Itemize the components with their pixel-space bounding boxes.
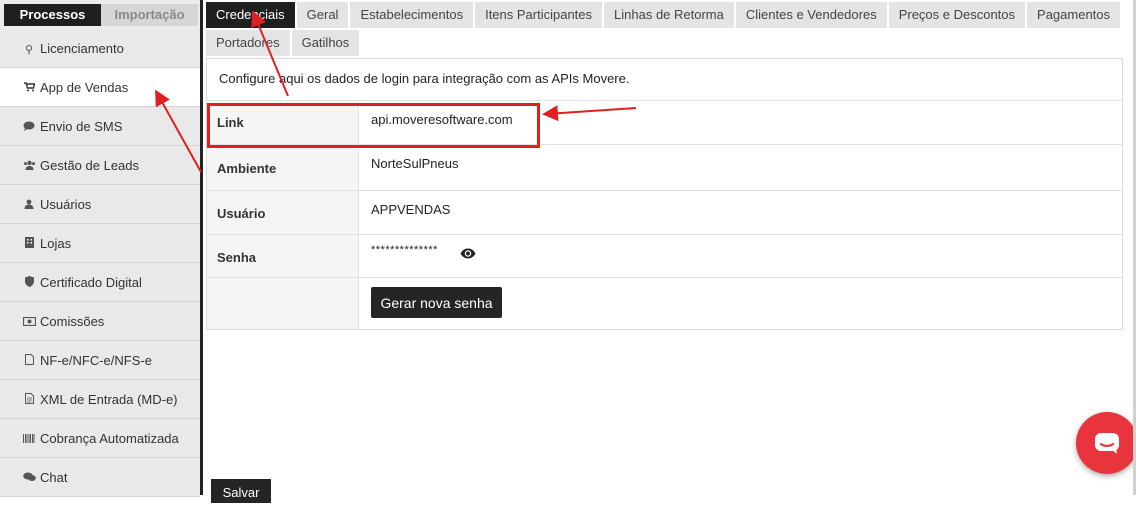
field-row-link: Link api.moveresoftware.com bbox=[207, 100, 1122, 144]
link-value[interactable]: api.moveresoftware.com bbox=[371, 112, 513, 127]
tab-estabelecimentos[interactable]: Estabelecimentos bbox=[350, 2, 474, 28]
sidebar-item-certificado-digital[interactable]: Certificado Digital bbox=[0, 263, 200, 302]
tab-geral[interactable]: Geral bbox=[296, 2, 349, 28]
user-icon bbox=[22, 187, 36, 226]
config-tabs: Credenciais Geral Estabelecimentos Itens… bbox=[206, 2, 1121, 56]
sidebar: Processos Importação ⚲ Licenciamento App … bbox=[0, 0, 203, 497]
sidebar-item-cobranca-automatizada[interactable]: Cobrança Automatizada bbox=[0, 419, 200, 458]
chat-icon bbox=[22, 460, 36, 499]
ambiente-label: Ambiente bbox=[207, 145, 359, 190]
intro-text: Configure aqui os dados de login para in… bbox=[219, 71, 630, 86]
tab-clientes-e-vendedores[interactable]: Clientes e Vendedores bbox=[735, 2, 887, 28]
comment-icon bbox=[22, 109, 36, 148]
sidebar-item-nfe[interactable]: NF-e/NFC-e/NFS-e bbox=[0, 341, 200, 380]
senha-value[interactable]: ************** bbox=[371, 244, 438, 256]
tab-itens-participantes[interactable]: Itens Participantes bbox=[475, 2, 603, 28]
tab-importacao[interactable]: Importação bbox=[101, 4, 198, 26]
save-button[interactable]: Salvar bbox=[211, 479, 271, 503]
sidebar-item-gestao-de-leads[interactable]: Gestão de Leads bbox=[0, 146, 200, 185]
sidebar-item-usuarios[interactable]: Usuários bbox=[0, 185, 200, 224]
link-label: Link bbox=[207, 101, 359, 144]
tab-row-2: Portadores Gatilhos bbox=[206, 30, 1114, 56]
tab-processos[interactable]: Processos bbox=[4, 4, 101, 26]
field-row-actions: Gerar nova senha bbox=[207, 277, 1122, 329]
sidebar-menu: ⚲ Licenciamento App de Vendas Envio de SM… bbox=[0, 29, 200, 497]
chat-bubble-icon bbox=[1095, 433, 1119, 454]
tab-linhas-de-retorma[interactable]: Linhas de Retorma bbox=[604, 2, 734, 28]
sidebar-item-xml-de-entrada[interactable]: XML de Entrada (MD-e) bbox=[0, 380, 200, 419]
usuario-value[interactable]: APPVENDAS bbox=[371, 202, 450, 217]
sidebar-item-app-de-vendas[interactable]: App de Vendas bbox=[0, 68, 200, 107]
users-group-icon bbox=[22, 148, 36, 187]
tab-row-1: Credenciais Geral Estabelecimentos Itens… bbox=[206, 2, 1121, 28]
sidebar-item-licenciamento[interactable]: ⚲ Licenciamento bbox=[0, 29, 200, 68]
key-icon: ⚲ bbox=[24, 44, 34, 56]
sidebar-item-comissoes[interactable]: Comissões bbox=[0, 302, 200, 341]
file-icon bbox=[22, 343, 36, 382]
usuario-label: Usuário bbox=[207, 191, 359, 234]
shield-icon bbox=[22, 265, 36, 304]
tab-portadores[interactable]: Portadores bbox=[206, 30, 290, 56]
senha-label: Senha bbox=[207, 235, 359, 277]
money-icon bbox=[22, 304, 36, 343]
field-row-usuario: Usuário APPVENDAS bbox=[207, 190, 1122, 234]
field-row-ambiente: Ambiente NorteSulPneus bbox=[207, 144, 1122, 190]
sidebar-item-lojas[interactable]: Lojas bbox=[0, 224, 200, 263]
chat-widget-button[interactable] bbox=[1076, 412, 1136, 474]
tab-credenciais[interactable]: Credenciais bbox=[206, 2, 295, 28]
sidebar-item-envio-de-sms[interactable]: Envio de SMS bbox=[0, 107, 200, 146]
eye-icon[interactable] bbox=[460, 247, 476, 262]
field-row-senha: Senha ************** bbox=[207, 234, 1122, 277]
cart-icon bbox=[22, 70, 36, 109]
actions-label-empty bbox=[207, 278, 359, 329]
sidebar-item-chat[interactable]: Chat bbox=[0, 458, 200, 497]
tab-gatilhos[interactable]: Gatilhos bbox=[291, 30, 360, 56]
file-text-icon bbox=[22, 382, 36, 421]
sidebar-tabs: Processos Importação bbox=[4, 4, 198, 26]
tab-pagamentos[interactable]: Pagamentos bbox=[1027, 2, 1121, 28]
credentials-panel: Configure aqui os dados de login para in… bbox=[206, 58, 1123, 330]
generate-password-button[interactable]: Gerar nova senha bbox=[371, 287, 502, 318]
building-icon bbox=[22, 226, 36, 265]
barcode-icon bbox=[22, 421, 36, 460]
tab-precos-e-descontos[interactable]: Preços e Descontos bbox=[888, 2, 1026, 28]
ambiente-value[interactable]: NorteSulPneus bbox=[371, 156, 458, 171]
